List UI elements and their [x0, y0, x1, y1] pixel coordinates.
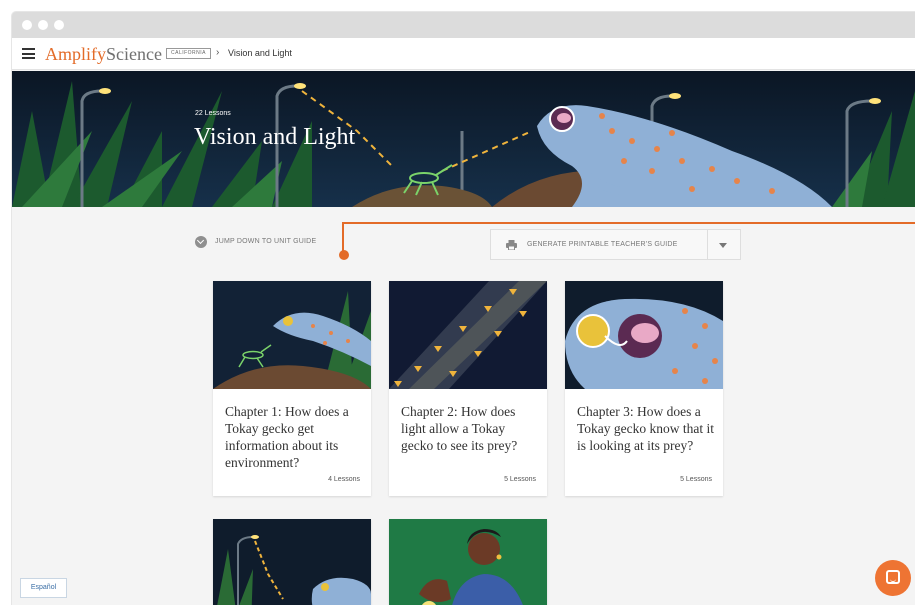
chapter-card[interactable]: Chapter 2: How does light allow a Tokay …: [389, 281, 547, 496]
brand-logo[interactable]: AmplifyScience: [45, 44, 162, 65]
hero-lesson-count: 22 Lessons: [195, 110, 231, 117]
callout-line-vertical: [342, 222, 344, 252]
language-toggle-button[interactable]: Español: [20, 578, 67, 598]
browser-window: AmplifyScience CALIFORNIA › Vision and L…: [12, 12, 915, 605]
window-maximize-dot[interactable]: [54, 20, 64, 30]
jump-to-unit-guide-label: JUMP DOWN TO UNIT GUIDE: [215, 238, 317, 245]
caret-down-icon: [719, 243, 727, 248]
generate-teachers-guide-button[interactable]: GENERATE PRINTABLE TEACHER'S GUIDE: [490, 229, 708, 260]
window-titlebar: [12, 12, 915, 38]
brand-primary: Amplify: [45, 44, 106, 64]
top-navbar: AmplifyScience CALIFORNIA › Vision and L…: [12, 38, 915, 70]
chapter-title: Chapter 3: How does a Tokay gecko know t…: [577, 404, 715, 453]
state-badge: CALIFORNIA: [166, 48, 212, 59]
chapter-thumbnail: [213, 519, 371, 605]
chapter-card[interactable]: Chapter 1: How does a Tokay gecko get in…: [213, 281, 371, 496]
teachers-guide-dropdown-button[interactable]: [708, 229, 741, 260]
chapter-lesson-count: 5 Lessons: [680, 476, 712, 483]
window-close-dot[interactable]: [22, 20, 32, 30]
chapter-card[interactable]: [213, 519, 371, 605]
chat-button[interactable]: [875, 560, 911, 596]
page-title: Vision and Light: [194, 124, 356, 150]
callout-dot: [339, 250, 349, 260]
chapter-thumbnail: [213, 281, 371, 389]
chapter-thumbnail: [389, 519, 547, 605]
chapter-thumbnail: [565, 281, 723, 389]
chapter-thumbnail: [389, 281, 547, 389]
chapter-card[interactable]: [389, 519, 547, 605]
brand-secondary: Science: [106, 44, 162, 64]
chapter-title: Chapter 1: How does a Tokay gecko get in…: [225, 404, 349, 470]
hamburger-icon[interactable]: [22, 48, 35, 59]
breadcrumb-separator: ›: [216, 47, 220, 58]
chapter-card[interactable]: Chapter 3: How does a Tokay gecko know t…: [565, 281, 723, 496]
printer-icon: [506, 240, 517, 250]
chat-icon: [886, 570, 900, 584]
callout-line-horizontal: [342, 222, 915, 224]
chapter-title: Chapter 2: How does light allow a Tokay …: [401, 404, 518, 453]
chevron-down-circle-icon: [195, 236, 207, 248]
hero-illustration: [12, 71, 915, 207]
breadcrumb-current[interactable]: Vision and Light: [228, 48, 292, 58]
window-minimize-dot[interactable]: [38, 20, 48, 30]
chapter-lesson-count: 5 Lessons: [504, 476, 536, 483]
chapter-lesson-count: 4 Lessons: [328, 476, 360, 483]
unit-hero-banner: 22 Lessons Vision and Light: [12, 71, 915, 207]
generate-teachers-guide-label: GENERATE PRINTABLE TEACHER'S GUIDE: [527, 241, 678, 248]
